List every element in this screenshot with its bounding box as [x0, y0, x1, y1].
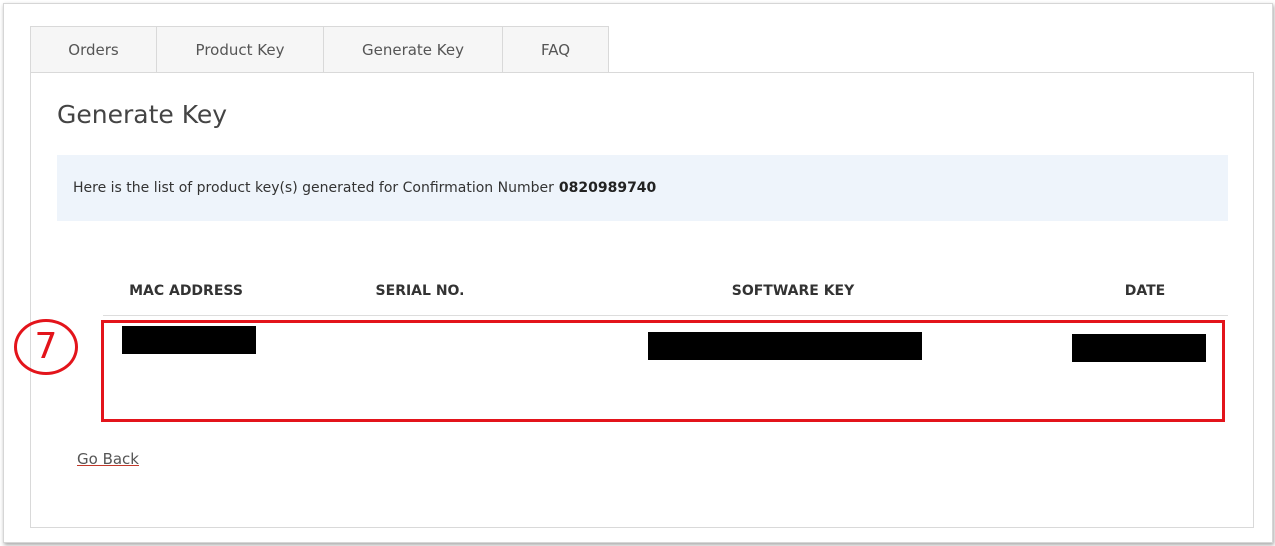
- tab-bar: Orders Product Key Generate Key FAQ: [30, 26, 609, 73]
- page-title: Generate Key: [57, 100, 228, 129]
- row-highlight-box: [101, 320, 1225, 422]
- info-alert: Here is the list of product key(s) gener…: [57, 155, 1228, 221]
- column-header-date: DATE: [1124, 283, 1166, 299]
- go-back-link[interactable]: Go Back: [77, 450, 139, 468]
- column-header-serial-no: SERIAL NO.: [375, 283, 465, 299]
- tab-generate-key[interactable]: Generate Key: [323, 26, 503, 73]
- tab-faq[interactable]: FAQ: [502, 26, 609, 73]
- content-panel: Generate Key Here is the list of product…: [30, 72, 1254, 528]
- column-header-mac-address: MAC ADDRESS: [129, 283, 243, 299]
- step-number-marker: 7: [14, 319, 78, 375]
- screenshot-frame: Orders Product Key Generate Key FAQ Gene…: [3, 3, 1273, 543]
- tab-orders[interactable]: Orders: [30, 26, 157, 73]
- column-header-software-key: SOFTWARE KEY: [731, 283, 855, 299]
- info-text: Here is the list of product key(s) gener…: [73, 180, 554, 196]
- tab-product-key[interactable]: Product Key: [156, 26, 324, 73]
- table-header-divider: [103, 315, 1228, 316]
- confirmation-number: 0820989740: [558, 180, 657, 196]
